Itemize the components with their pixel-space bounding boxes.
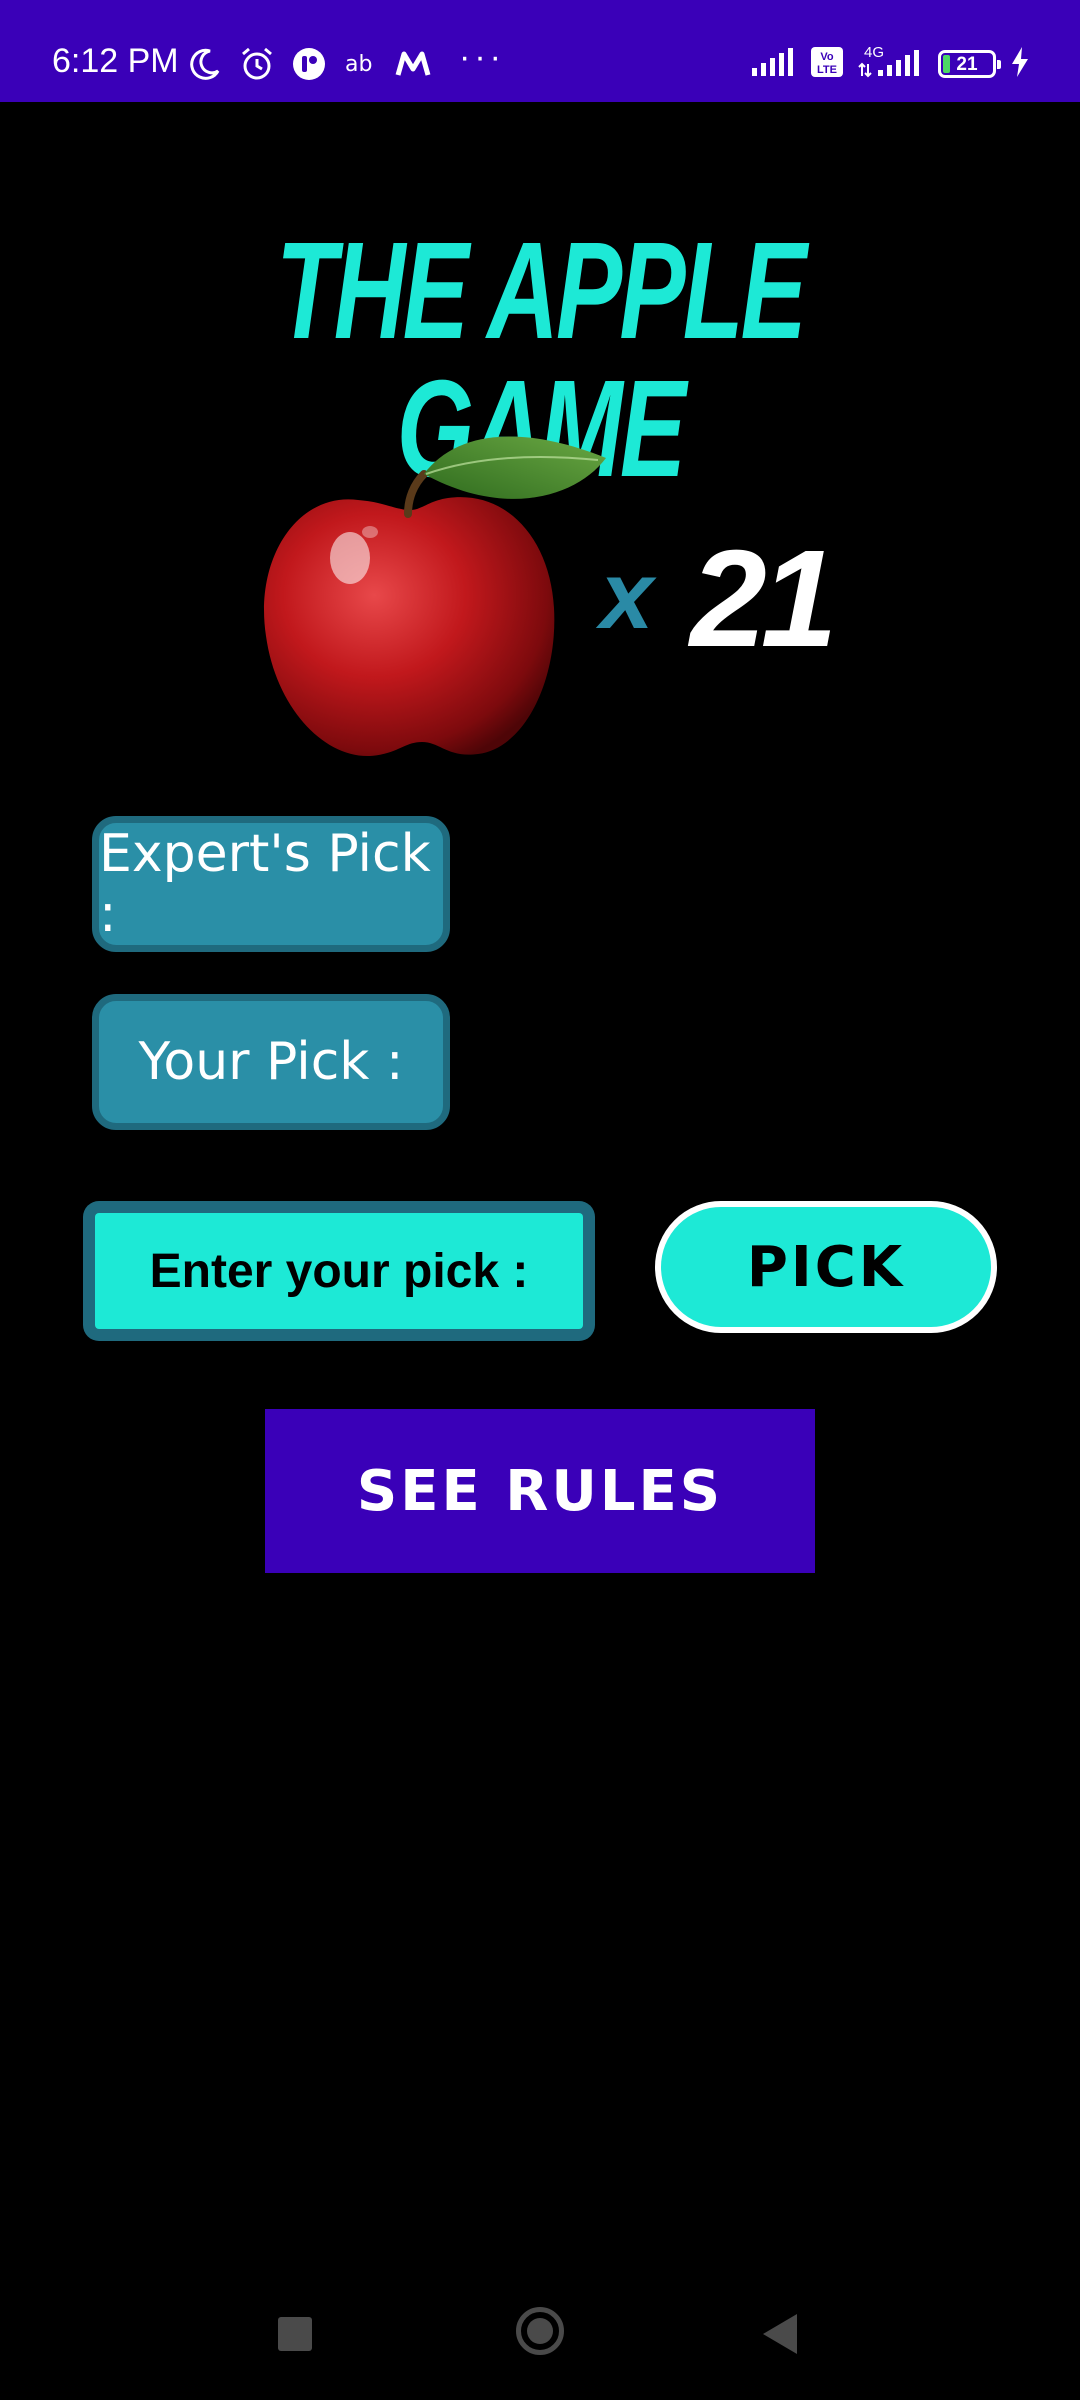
svg-text:Vo: Vo <box>820 51 834 63</box>
expert-pick-label: Expert's Pick : <box>99 824 431 944</box>
home-icon[interactable] <box>516 2307 564 2355</box>
more-notifications-icon: ··· <box>459 38 505 76</box>
alarm-icon <box>237 44 277 84</box>
expert-pick-box: Expert's Pick : <box>92 816 450 952</box>
pick-button-label: PICK <box>746 1234 906 1300</box>
app-notification-icon <box>289 44 329 84</box>
battery-level: 21 <box>956 53 978 75</box>
svg-text:ab: ab <box>345 52 372 77</box>
battery-level-fill <box>943 55 950 73</box>
see-rules-button[interactable]: SEE RULES <box>265 1409 815 1573</box>
myntra-icon <box>393 44 433 84</box>
signal-4g-icon: 4G <box>858 44 924 85</box>
back-icon[interactable] <box>763 2314 797 2354</box>
system-icons: Vo LTE 4G 21 <box>750 44 1030 84</box>
your-pick-label: Your Pick : <box>138 1032 404 1092</box>
game-screen: 6:12 PM ab ··· Vo LTE 4G 21 THE APPLE GA… <box>0 0 1080 2400</box>
pick-input-container <box>83 1201 595 1341</box>
svg-text:4G: 4G <box>864 44 884 61</box>
notification-icons: ab ··· <box>185 40 505 84</box>
signal-icon <box>750 46 796 83</box>
volte-icon: Vo LTE <box>810 46 844 83</box>
status-time: 6:12 PM <box>52 42 179 80</box>
recents-icon[interactable] <box>278 2317 312 2351</box>
pick-input[interactable] <box>95 1213 583 1329</box>
apple-count: 21 <box>690 522 837 676</box>
charging-icon <box>1010 46 1030 83</box>
ab-app-icon: ab <box>341 44 381 84</box>
battery-icon: 21 <box>938 50 1001 78</box>
svg-text:LTE: LTE <box>817 64 837 76</box>
apple-multiplier: x <box>600 542 654 649</box>
status-bar: 6:12 PM ab ··· Vo LTE 4G 21 <box>0 0 1080 102</box>
see-rules-label: SEE RULES <box>356 1458 724 1524</box>
pick-button[interactable]: PICK <box>655 1201 997 1333</box>
moon-icon <box>185 44 225 84</box>
your-pick-box: Your Pick : <box>92 994 450 1130</box>
apple-image <box>258 428 608 768</box>
navigation-bar <box>0 2268 1080 2400</box>
